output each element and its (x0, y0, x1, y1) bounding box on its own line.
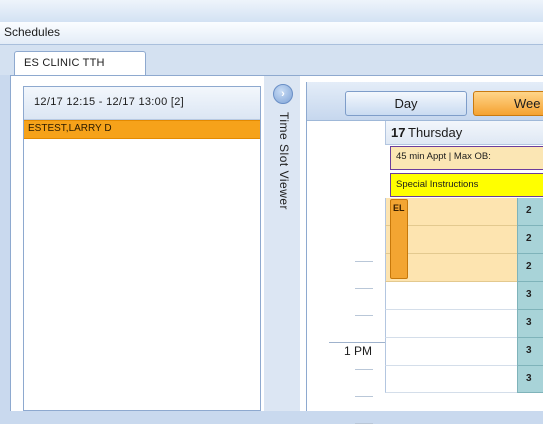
time-slot-viewer-strip: › Time Slot Viewer (264, 76, 300, 411)
special-instructions-band[interactable]: Special Instructions (390, 173, 543, 197)
time-slot-row[interactable] (385, 338, 518, 366)
day-view-button[interactable]: Day (345, 91, 467, 116)
appointment-info-text: 45 min Appt | Max OB: (396, 151, 491, 162)
special-instructions-text: Special Instructions (396, 179, 479, 190)
day-name: Thursday (408, 125, 463, 140)
slot-count: 2 (517, 254, 543, 282)
time-tick (355, 261, 373, 262)
window-title-bar: Schedules (0, 22, 543, 45)
time-label-1pm: 1 PM (343, 344, 372, 358)
slot-header[interactable]: 12/17 12:15 - 12/17 13:00 [2] (24, 87, 260, 120)
slot-count: 2 (517, 198, 543, 226)
top-strip (0, 0, 543, 23)
time-slot-viewer-label[interactable]: Time Slot Viewer (277, 112, 291, 210)
appointment-block[interactable]: EL (390, 199, 408, 279)
slot-header-text: 12/17 12:15 - 12/17 13:00 [2] (34, 96, 184, 108)
slot-count: 3 (517, 338, 543, 366)
day-header[interactable]: 17 Thursday (385, 121, 543, 145)
window-title: Schedules (4, 25, 61, 39)
slot-count: 2 (517, 226, 543, 254)
day-view-label: Day (394, 96, 418, 111)
appointment-info-band[interactable]: 45 min Appt | Max OB: (390, 146, 543, 170)
time-slot-row[interactable] (385, 366, 518, 393)
appointment-label: EL (393, 203, 405, 213)
time-tick (355, 396, 373, 397)
tab-bar: ES CLINIC TTH (0, 45, 543, 77)
patient-row[interactable]: ESTEST,LARRY D (24, 120, 260, 139)
time-slot-panel: 12/17 12:15 - 12/17 13:00 [2] ESTEST,LAR… (23, 86, 261, 411)
time-slot-row[interactable] (385, 310, 518, 338)
tab-label: ES CLINIC TTH (24, 57, 105, 69)
time-slot-row[interactable] (385, 282, 518, 310)
scheduler: Day Wee 1 PM 17 Thursday 45 min Appt | M… (306, 82, 543, 424)
slot-count: 3 (517, 366, 543, 393)
time-column: 1 PM (307, 121, 385, 424)
chevron-right-icon[interactable]: › (273, 84, 293, 104)
tab-es-clinic-tth[interactable]: ES CLINIC TTH (14, 51, 146, 77)
week-view-label: Wee (514, 96, 541, 111)
time-tick (355, 288, 373, 289)
patient-name: ESTEST,LARRY D (28, 123, 112, 134)
week-view-button[interactable]: Wee (473, 91, 543, 116)
time-tick (355, 315, 373, 316)
day-number: 17 (391, 125, 406, 140)
view-toolbar: Day Wee (307, 82, 543, 121)
slot-count: 3 (517, 282, 543, 310)
content-area: 12/17 12:15 - 12/17 13:00 [2] ESTEST,LAR… (10, 75, 543, 424)
hour-divider (329, 342, 385, 343)
slot-count: 3 (517, 310, 543, 338)
time-tick (355, 369, 373, 370)
